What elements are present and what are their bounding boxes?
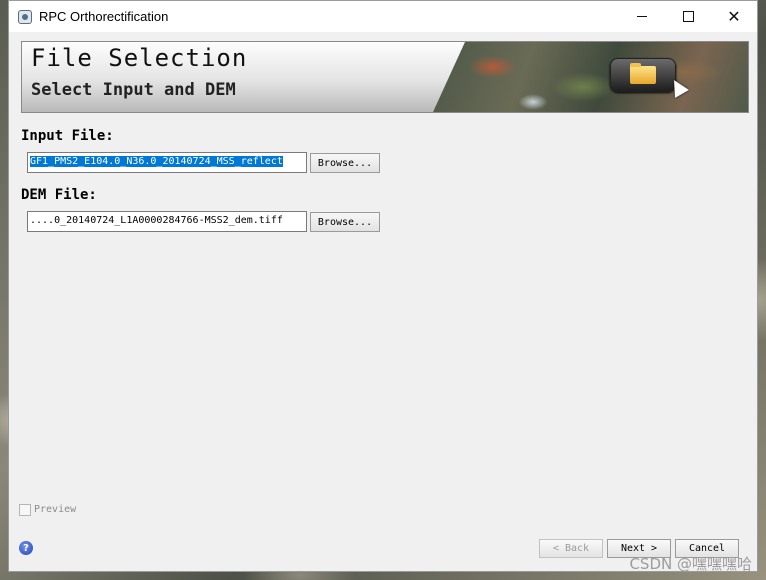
input-file-value: GF1_PMS2_E104.0_N36.0_20140724_MSS_refle…	[30, 156, 283, 167]
window-title: RPC Orthorectification	[39, 9, 169, 24]
folder-icon	[610, 58, 676, 92]
folder-shape	[630, 63, 656, 84]
minimize-button[interactable]	[619, 1, 665, 32]
input-file-field[interactable]: GF1_PMS2_E104.0_N36.0_20140724_MSS_refle…	[27, 152, 307, 173]
title-bar[interactable]: RPC Orthorectification ✕	[9, 1, 757, 32]
close-icon: ✕	[727, 6, 741, 26]
watermark-text: CSDN @嘿嘿嘿哈	[629, 555, 752, 573]
satellite-image-banner	[433, 42, 748, 112]
dem-browse-button[interactable]: Browse...	[310, 212, 380, 232]
minimize-icon	[637, 16, 647, 17]
preview-checkbox[interactable]	[19, 504, 31, 516]
app-icon	[18, 9, 32, 24]
dialog-window: RPC Orthorectification ✕ File Selection …	[8, 0, 758, 572]
banner-title: File Selection	[31, 44, 248, 72]
help-icon[interactable]: ?	[19, 541, 33, 555]
back-button[interactable]: < Back	[539, 539, 603, 558]
banner-subtitle: Select Input and DEM	[31, 80, 236, 100]
dem-file-label: DEM File:	[21, 187, 97, 203]
maximize-icon	[682, 11, 694, 22]
header-banner: File Selection Select Input and DEM	[21, 41, 749, 113]
input-browse-button[interactable]: Browse...	[310, 153, 380, 173]
close-button[interactable]: ✕	[711, 1, 757, 32]
dem-file-value: ....0_20140724_L1A0000284766-MSS2_dem.ti…	[30, 215, 283, 226]
input-file-label: Input File:	[21, 128, 114, 144]
maximize-button[interactable]	[665, 1, 711, 32]
dem-file-field[interactable]: ....0_20140724_L1A0000284766-MSS2_dem.ti…	[27, 211, 307, 232]
preview-label: Preview	[34, 504, 77, 515]
